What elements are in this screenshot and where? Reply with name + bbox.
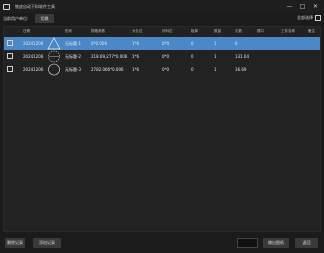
row-hole-count: 16.69 [235, 67, 247, 72]
table-header: 日期 形状 规格参数 大孔位 补料位 板厚 数量 孔数 槽口 工件名称 备注 [4, 27, 320, 37]
header-thickness: 板厚 [191, 29, 198, 33]
row-spec: 2782.066*0.006 [91, 67, 124, 72]
row-date: 20241206 [23, 67, 44, 72]
row-name: 无标题-1 [65, 41, 81, 46]
row-quantity: 1 [214, 54, 217, 59]
header-supplement: 补料位 [162, 29, 173, 33]
footer-bar: 删除记录 添加记录 输出图纸 返回 [0, 236, 324, 250]
title-bar: 铁皮自动下料软件工具 — □ ✕ [0, 0, 324, 13]
row-thickness: 0 [191, 54, 194, 59]
output-input-field[interactable] [237, 238, 258, 248]
row-holes: 1*6 [132, 41, 140, 46]
triangle-shape-thumbnail [47, 37, 61, 50]
row-thickness: 0 [191, 67, 194, 72]
dashed-circle-shape-thumbnail [48, 50, 60, 63]
maximize-icon[interactable]: □ [296, 0, 309, 13]
header-quantity: 数量 [214, 29, 221, 33]
header-part-name: 工件名称 [281, 29, 295, 33]
header-spec: 规格参数 [91, 29, 105, 33]
row-spec: 0*0.006 [91, 41, 107, 46]
row-checkbox[interactable] [7, 66, 13, 72]
header-date: 日期 [23, 29, 30, 33]
app-window-icon [3, 3, 10, 10]
toolbar: 当前用户单位: 切换 全部选择 [0, 13, 324, 25]
select-all-label: 全部选择 [297, 15, 313, 20]
window-title: 铁皮自动下料软件工具 [15, 3, 55, 9]
records-table: 日期 形状 规格参数 大孔位 补料位 板厚 数量 孔数 槽口 工件名称 备注 2… [3, 26, 321, 232]
row-date: 20241206 [23, 41, 44, 46]
row-name: 无标题-3 [65, 67, 81, 72]
row-hole-count: 6 [235, 41, 238, 46]
export-drawing-button[interactable]: 输出图纸 [263, 238, 289, 248]
row-supplement: 0*0 [162, 54, 170, 59]
row-supplement: 0*0 [162, 67, 170, 72]
delete-record-button[interactable]: 删除记录 [5, 238, 25, 248]
add-record-button[interactable]: 添加记录 [33, 238, 61, 248]
row-hole-count: 131.04 [235, 54, 249, 59]
switch-user-button[interactable]: 切换 [35, 14, 54, 23]
row-thickness: 0 [191, 41, 194, 46]
row-quantity: 1 [214, 41, 217, 46]
header-slot: 槽口 [257, 29, 264, 33]
row-checkbox[interactable] [7, 53, 13, 59]
row-supplement: 0*0 [162, 41, 170, 46]
row-spec: 218.09,277*0.006 [91, 54, 128, 59]
table-row[interactable]: 20241206 无标题-1 0*0.006 1*6 0*0 0 1 6 [4, 37, 320, 50]
row-name: 无标题-2 [65, 54, 81, 59]
back-button[interactable]: 返回 [295, 238, 318, 248]
header-shape: 形状 [65, 29, 72, 33]
row-quantity: 1 [214, 67, 217, 72]
circle-shape-thumbnail [48, 63, 60, 76]
header-note: 备注 [308, 29, 315, 33]
row-checkbox[interactable] [7, 40, 13, 46]
close-icon[interactable]: ✕ [309, 0, 322, 13]
row-holes: 1*6 [132, 54, 140, 59]
current-user-label: 当前用户单位: [3, 16, 29, 21]
select-all-checkbox[interactable] [315, 15, 321, 21]
row-holes: 1*6 [132, 67, 140, 72]
select-all[interactable]: 全部选择 [297, 15, 321, 21]
table-row[interactable]: 20241206 无标题-2 218.09,277*0.006 1*6 0*0 … [4, 50, 320, 63]
header-holes: 大孔位 [132, 29, 143, 33]
row-date: 20241206 [23, 54, 44, 59]
header-hole-count: 孔数 [235, 29, 242, 33]
minimize-icon[interactable]: — [283, 0, 296, 13]
table-row[interactable]: 20241206 无标题-3 2782.066*0.006 1*6 0*0 0 … [4, 63, 320, 76]
